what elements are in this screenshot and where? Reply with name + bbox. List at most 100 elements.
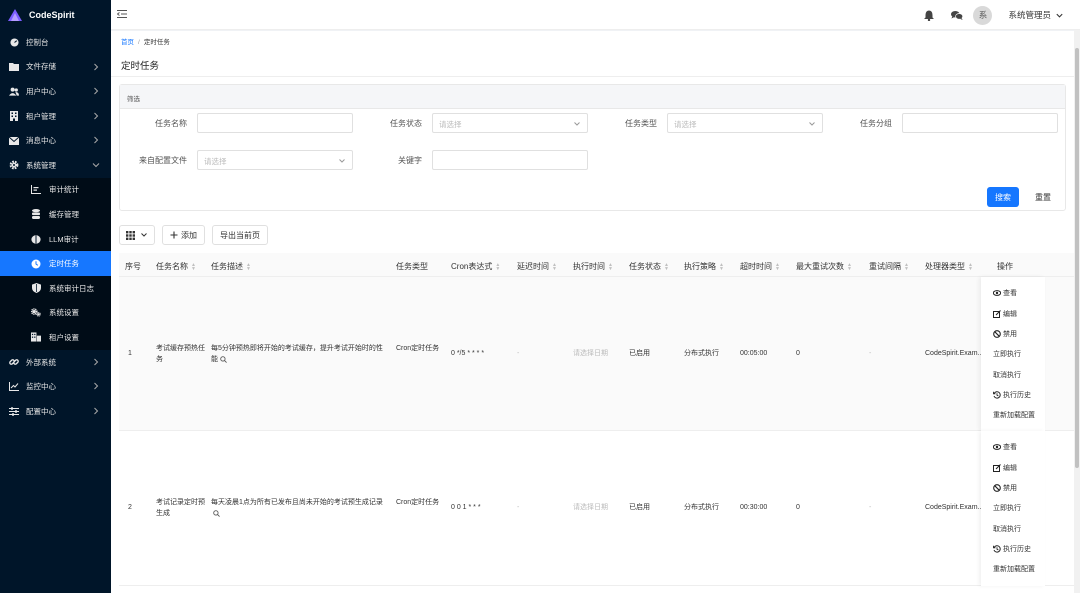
- cell-retry-interval: -: [869, 504, 872, 511]
- page-scrollbar[interactable]: [1074, 30, 1080, 593]
- search-icon[interactable]: [220, 355, 227, 363]
- column-header-exec-time[interactable]: 执行时间 ▲ ▼: [573, 261, 613, 272]
- sort-icon[interactable]: ▲ ▼: [847, 262, 852, 271]
- cell-index: 1: [128, 350, 132, 357]
- table-row[interactable]: 1 考试缓存预热任务 每5分钟预热即将开始的考试缓存，提升考试开始时的性能 Cr…: [119, 277, 1074, 431]
- sort-icon[interactable]: ▲ ▼: [608, 262, 613, 271]
- user-name[interactable]: 系统管理员: [1008, 9, 1051, 21]
- table-row[interactable]: 2 考试记录定时预生成 每天凌晨1点为所有已发布且尚未开始的考试预生成记录 Cr…: [119, 431, 1074, 586]
- sidebar-item-monitoring-center[interactable]: 监控中心: [0, 374, 111, 399]
- scrollbar-thumb[interactable]: [1075, 48, 1079, 468]
- sidebar-subitem-tenant-settings[interactable]: 租户设置: [0, 325, 111, 350]
- run-now-button[interactable]: 立即执行: [993, 503, 1021, 513]
- sidebar-item-label: 控制台: [26, 37, 49, 47]
- reload-config-button[interactable]: 重新加载配置: [993, 410, 1035, 420]
- sidebar-item-dashboard[interactable]: 控制台: [0, 30, 111, 55]
- cell-index: 2: [128, 504, 132, 511]
- chart-icon: [31, 185, 41, 195]
- disable-button[interactable]: 禁用: [993, 483, 1017, 493]
- run-history-button[interactable]: 执行历史: [993, 544, 1031, 554]
- chat-icon[interactable]: [951, 9, 964, 21]
- column-header-delay[interactable]: 延迟时间 ▲ ▼: [517, 261, 557, 272]
- app-logo[interactable]: CodeSpirit: [0, 0, 111, 30]
- column-header-description[interactable]: 任务描述 ▲ ▼: [211, 261, 251, 272]
- disable-button[interactable]: 禁用: [993, 329, 1017, 339]
- column-header-timeout[interactable]: 超时时间 ▲ ▼: [740, 261, 780, 272]
- cell-cron: 0 0 1 * * *: [451, 504, 481, 511]
- sort-icon[interactable]: ▲ ▼: [904, 262, 909, 271]
- column-header-max-retries[interactable]: 最大重试次数 ▲ ▼: [796, 261, 852, 272]
- sidebar-item-message-center[interactable]: 消息中心: [0, 128, 111, 153]
- column-header-name[interactable]: 任务名称 ▲ ▼: [156, 261, 196, 272]
- sort-icon[interactable]: ▲ ▼: [719, 262, 724, 271]
- sidebar-item-user-center[interactable]: 用户中心: [0, 79, 111, 104]
- sidebar-item-label: 审计统计: [49, 185, 79, 195]
- edit-button[interactable]: 编辑: [993, 463, 1017, 473]
- task-type-select[interactable]: 请选择: [667, 113, 823, 133]
- chevron-right-icon: [94, 112, 99, 120]
- cancel-run-button[interactable]: 取消执行: [993, 524, 1021, 534]
- folder-icon: [9, 62, 19, 72]
- building-grid-icon: [31, 332, 41, 342]
- task-status-select[interactable]: 请选择: [432, 113, 588, 133]
- search-button[interactable]: 搜索: [987, 187, 1019, 207]
- column-header-type: 任务类型: [396, 262, 428, 271]
- main-content: 首页 / 定时任务 定时任务 筛选 任务名称 任务状态 请选择 任务类型 请选择 任…: [111, 31, 1074, 593]
- sidebar-subitem-scheduled-tasks[interactable]: 定时任务: [0, 251, 111, 276]
- cancel-run-button[interactable]: 取消执行: [993, 370, 1021, 380]
- column-header-strategy[interactable]: 执行策略 ▲ ▼: [684, 261, 724, 272]
- keyword-input[interactable]: [432, 150, 588, 170]
- sidebar-subitem-audit-stats[interactable]: 审计统计: [0, 177, 111, 203]
- app-name: CodeSpirit: [29, 10, 75, 20]
- chevron-down-icon[interactable]: [1055, 11, 1064, 20]
- task-group-input[interactable]: [902, 113, 1058, 133]
- sidebar-subitem-cache-management[interactable]: 缓存管理: [0, 202, 111, 227]
- menu-toggle-icon[interactable]: [117, 9, 127, 19]
- add-button[interactable]: 添加: [162, 225, 205, 245]
- sidebar-item-system-management[interactable]: 系统管理: [0, 153, 111, 178]
- sidebar-item-tenant-management[interactable]: 租户管理: [0, 104, 111, 129]
- sidebar-item-external-systems[interactable]: 外部系统: [0, 350, 111, 375]
- tasks-table: 序号 任务名称 ▲ ▼ 任务描述 ▲ ▼ 任务类型 Cron表达式 ▲ ▼ 延迟时间 ▲ ▼ 执…: [119, 253, 1074, 593]
- cell-description: 每5分钟预热即将开始的考试缓存，提升考试开始时的性能: [211, 345, 383, 363]
- sidebar-item-label: 定时任务: [49, 259, 79, 269]
- sidebar-subitem-system-settings[interactable]: 系统设置: [0, 300, 111, 326]
- reload-config-button[interactable]: 重新加载配置: [993, 564, 1035, 574]
- sidebar-item-label: 外部系统: [26, 357, 56, 367]
- sort-icon[interactable]: ▲ ▼: [552, 262, 557, 271]
- sort-icon[interactable]: ▲ ▼: [775, 262, 780, 271]
- search-icon[interactable]: [213, 509, 220, 517]
- view-button[interactable]: 查看: [993, 442, 1017, 452]
- sort-icon[interactable]: ▲ ▼: [495, 262, 500, 271]
- task-name-input[interactable]: [197, 113, 353, 133]
- sort-icon[interactable]: ▲ ▼: [246, 262, 251, 271]
- ban-icon: [993, 484, 1001, 492]
- filter-panel: 筛选 任务名称 任务状态 请选择 任务类型 请选择 任务分组 来自配置文件 请选…: [119, 84, 1066, 211]
- sidebar-item-file-storage[interactable]: 文件存储: [0, 55, 111, 80]
- column-toggle-button[interactable]: [119, 225, 155, 245]
- sidebar-subitem-llm-audit[interactable]: LLM审计: [0, 226, 111, 252]
- sidebar-subitem-system-audit-log[interactable]: 系统审计日志: [0, 275, 111, 301]
- sort-icon[interactable]: ▲ ▼: [664, 262, 669, 271]
- avatar[interactable]: 系: [973, 5, 993, 25]
- cell-max-retries: 0: [796, 350, 800, 357]
- sidebar-item-label: 监控中心: [26, 382, 56, 392]
- column-header-status[interactable]: 任务状态 ▲ ▼: [629, 261, 669, 272]
- envelope-icon: [9, 136, 19, 146]
- view-button[interactable]: 查看: [993, 288, 1017, 298]
- bell-icon[interactable]: [923, 9, 935, 21]
- run-history-button[interactable]: 执行历史: [993, 390, 1031, 400]
- column-header-retry-interval[interactable]: 重试间隔 ▲ ▼: [869, 261, 909, 272]
- column-header-handler[interactable]: 处理器类型 ▲ ▼: [925, 261, 973, 272]
- reset-button[interactable]: 重置: [1027, 187, 1059, 207]
- column-header-cron[interactable]: Cron表达式 ▲ ▼: [451, 261, 500, 272]
- export-page-button[interactable]: 导出当前页: [212, 225, 268, 245]
- edit-button[interactable]: 编辑: [993, 309, 1017, 319]
- cell-status: 已启用: [629, 504, 650, 511]
- breadcrumb-home-link[interactable]: 首页: [121, 39, 134, 46]
- sort-icon[interactable]: ▲ ▼: [968, 262, 973, 271]
- sort-icon[interactable]: ▲ ▼: [191, 262, 196, 271]
- from-config-select[interactable]: 请选择: [197, 150, 353, 170]
- sidebar-item-config-center[interactable]: 配置中心: [0, 399, 111, 424]
- run-now-button[interactable]: 立即执行: [993, 349, 1021, 359]
